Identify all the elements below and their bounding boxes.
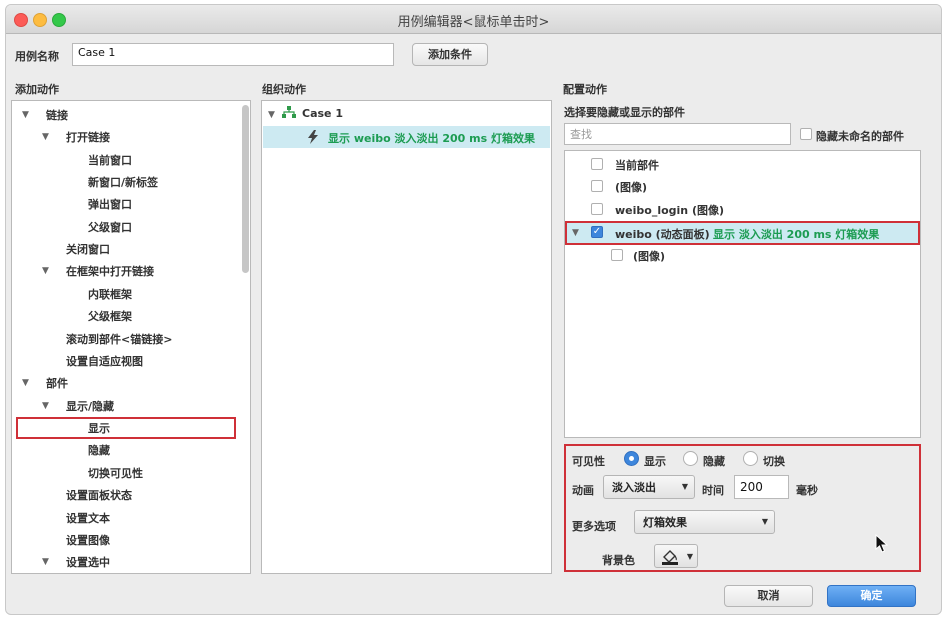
tree-item-popup[interactable]: 弹出窗口	[88, 196, 132, 212]
tree-item-close-window[interactable]: 关闭窗口	[66, 241, 110, 257]
tree-item-panel-state[interactable]: 设置面板状态	[66, 487, 132, 503]
mouse-cursor-icon	[875, 533, 889, 554]
add-action-scrollbar[interactable]	[242, 105, 249, 273]
tree-item-link[interactable]: 链接	[46, 107, 68, 123]
window-title: 用例编辑器<鼠标单击时>	[397, 15, 550, 30]
cancel-button[interactable]: 取消	[724, 585, 813, 607]
chevron-down-icon: ▼	[686, 552, 693, 561]
bg-color-picker[interactable]: ▼	[654, 544, 698, 568]
tree-item-inline-frame[interactable]: 内联框架	[88, 286, 132, 302]
tree-item-open-in-frame[interactable]: 在框架中打开链接	[66, 263, 154, 279]
animation-select[interactable]: 淡入淡出 ▼	[603, 475, 695, 499]
ok-button[interactable]: 确定	[827, 585, 916, 607]
configure-action-panel: 选择要隐藏或显示的部件 查找 隐藏未命名的部件 当前部件 (图像) weibo_…	[562, 100, 924, 574]
case-name-label: 用例名称	[15, 50, 59, 63]
add-action-heading: 添加动作	[15, 83, 59, 96]
organize-action-panel: ▼ Case 1 显示 weibo 淡入淡出 200 ms 灯箱效果	[261, 100, 552, 574]
expand-triangle-icon[interactable]: ▼	[42, 557, 49, 567]
widget-item-current[interactable]: 当前部件	[615, 157, 659, 173]
expand-triangle-icon[interactable]: ▼	[22, 378, 29, 388]
expand-triangle-icon[interactable]: ▼	[42, 132, 49, 142]
widget-list: 当前部件 (图像) weibo_login (图像) ▼ ✓ weibo (动态…	[564, 150, 921, 438]
title-bar: 用例编辑器<鼠标单击时>	[6, 5, 941, 34]
tree-item-parent-frame[interactable]: 父级框架	[88, 308, 132, 324]
tree-item-adaptive-view[interactable]: 设置自适应视图	[66, 353, 143, 369]
tree-item-open-link[interactable]: 打开链接	[66, 129, 110, 145]
case-tree-icon	[282, 106, 296, 119]
configure-action-heading: 配置动作	[563, 83, 607, 96]
checkbox-image[interactable]	[591, 180, 603, 192]
organize-action-heading: 组织动作	[262, 83, 306, 96]
checkbox-weibo-login[interactable]	[591, 203, 603, 215]
case-editor-window: 用例编辑器<鼠标单击时> 用例名称 Case 1 添加条件 添加动作 组织动作 …	[5, 4, 942, 615]
highlight-box	[16, 417, 236, 439]
expand-triangle-icon[interactable]: ▼	[42, 401, 49, 411]
tree-item-new-window[interactable]: 新窗口/新标签	[88, 174, 158, 190]
more-options-select[interactable]: 灯箱效果 ▼	[634, 510, 775, 534]
widget-item-weibo-login[interactable]: weibo_login (图像)	[615, 202, 724, 218]
tree-item-hide[interactable]: 隐藏	[88, 442, 110, 458]
radio-hide-label[interactable]: 隐藏	[703, 453, 725, 469]
more-options-value: 灯箱效果	[643, 516, 687, 529]
configure-heading: 选择要隐藏或显示的部件	[564, 106, 685, 119]
case-name-input[interactable]: Case 1	[72, 43, 394, 66]
time-label: 时间	[702, 484, 724, 497]
bg-color-label: 背景色	[602, 554, 635, 567]
tree-item-scroll-to[interactable]: 滚动到部件<锚链接>	[66, 331, 172, 347]
widget-item-child-image[interactable]: (图像)	[633, 248, 665, 264]
time-input[interactable]: 200	[734, 475, 789, 499]
expand-triangle-icon[interactable]: ▼	[42, 266, 49, 276]
tree-item-set-selected[interactable]: 设置选中	[66, 554, 110, 570]
more-options-label: 更多选项	[572, 520, 616, 533]
ms-label: 毫秒	[796, 484, 818, 497]
paint-bucket-icon	[661, 548, 679, 565]
search-input[interactable]: 查找	[564, 123, 791, 145]
tree-item-parent-window[interactable]: 父级窗口	[88, 219, 132, 235]
radio-toggle-label[interactable]: 切换	[763, 453, 785, 469]
action-row-selected[interactable]: 显示 weibo 淡入淡出 200 ms 灯箱效果	[263, 126, 550, 148]
expand-triangle-icon[interactable]: ▼	[22, 110, 29, 120]
expand-triangle-icon[interactable]: ▼	[268, 110, 275, 120]
tree-item-current-window[interactable]: 当前窗口	[88, 152, 132, 168]
checkbox-child-image[interactable]	[611, 249, 623, 261]
chevron-down-icon: ▼	[681, 482, 688, 491]
animation-label: 动画	[572, 484, 594, 497]
chevron-down-icon: ▼	[761, 517, 768, 526]
tree-item-show-hide[interactable]: 显示/隐藏	[66, 398, 114, 414]
radio-show-label[interactable]: 显示	[644, 453, 666, 469]
add-action-panel: ▼ 链接 ▼ 打开链接 当前窗口 新窗口/新标签 弹出窗口 父级窗口 关闭窗口 …	[11, 100, 251, 574]
case-node[interactable]: Case 1	[302, 107, 343, 120]
highlight-box	[565, 221, 920, 245]
add-condition-button[interactable]: 添加条件	[412, 43, 488, 66]
lightning-icon	[307, 130, 319, 144]
action-label: 显示 weibo 淡入淡出 200 ms 灯箱效果	[328, 132, 535, 145]
tree-item-set-image[interactable]: 设置图像	[66, 532, 110, 548]
visibility-label: 可见性	[572, 455, 605, 468]
tree-item-set-text[interactable]: 设置文本	[66, 510, 110, 526]
radio-toggle[interactable]	[743, 451, 758, 466]
tree-item-toggle-visibility[interactable]: 切换可见性	[88, 465, 143, 481]
hide-unnamed-label: 隐藏未命名的部件	[816, 130, 904, 143]
hide-unnamed-checkbox[interactable]	[800, 128, 812, 140]
radio-hide[interactable]	[683, 451, 698, 466]
checkbox-current-widget[interactable]	[591, 158, 603, 170]
animation-value: 淡入淡出	[612, 481, 656, 494]
widget-item-image[interactable]: (图像)	[615, 179, 647, 195]
radio-show[interactable]	[624, 451, 639, 466]
tree-item-widgets[interactable]: 部件	[46, 375, 68, 391]
